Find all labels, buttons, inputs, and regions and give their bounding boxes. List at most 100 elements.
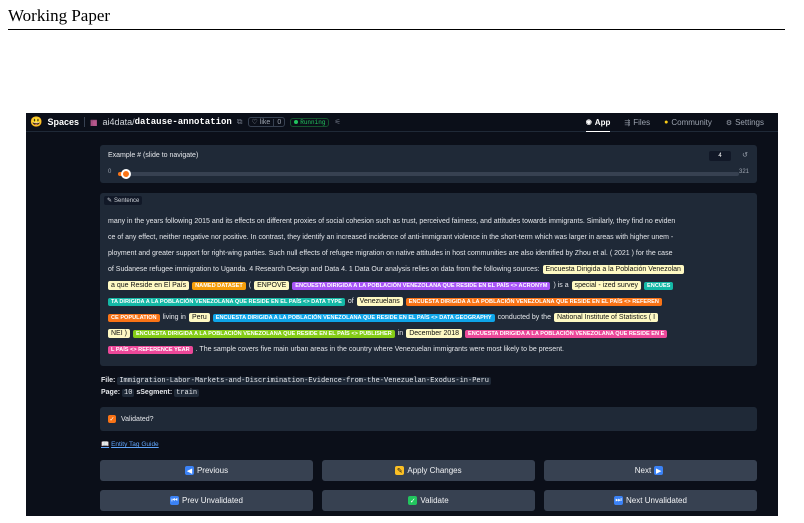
repo-owner-link[interactable]: ai4data/: [103, 117, 135, 127]
arrow-left-icon: ◀: [184, 466, 194, 475]
page-label: Page:: [101, 389, 121, 396]
entity-span: December 2018: [406, 329, 463, 338]
tab-community-label: Community: [671, 118, 712, 127]
file-value: Immigration-Labor-Markets-and-Discrimina…: [117, 377, 492, 385]
top-nav-bar: 😃 Spaces ▦ ai4data/ datause-annotation ⧉…: [26, 113, 778, 132]
tab-files-label: Files: [633, 118, 651, 127]
spaces-link[interactable]: Spaces: [47, 117, 79, 127]
page-value: 10: [122, 389, 135, 397]
gear-icon: ⚙: [725, 119, 733, 127]
slider-max: 321: [738, 169, 749, 175]
fast-forward-icon: ⏭: [614, 496, 624, 505]
tab-settings[interactable]: ⚙ Settings: [726, 113, 764, 132]
sentence-panel: ✎ Sentence many in the years following 20…: [100, 193, 757, 366]
hugging-face-logo-icon[interactable]: 😃: [30, 117, 42, 128]
next-label: Next: [634, 466, 652, 475]
example-label: Example # (slide to navigate): [108, 152, 199, 159]
heart-icon: ♡: [251, 119, 258, 126]
tab-app-label: App: [594, 117, 611, 127]
entity-span: a que Reside en El País: [108, 281, 190, 290]
tab-app[interactable]: ◉ App: [585, 113, 611, 132]
sentence-text: living in: [162, 314, 186, 321]
entity-label-badge: NAMED DATASET: [192, 282, 246, 290]
entity-label-badge: L PAÍS <> REFERENCE YEAR: [108, 346, 193, 354]
apply-changes-button[interactable]: ✎ Apply Changes: [322, 460, 535, 481]
sentence-line: L PAÍS <> REFERENCE YEAR. The sample cov…: [108, 342, 753, 358]
validate-label: Validate: [420, 496, 449, 505]
next-unvalidated-button[interactable]: ⏭ Next Unvalidated: [544, 490, 757, 511]
divider: [83, 117, 85, 127]
example-slider[interactable]: [118, 169, 739, 179]
entity-span: special - ized survey: [571, 281, 642, 290]
entity-label-badge: CE POPULATION: [108, 314, 160, 322]
entity-span: Peru: [188, 313, 210, 322]
sentence-tag-label: Sentence: [114, 198, 140, 204]
sentence-line: ce of any effect, neither negative nor p…: [108, 230, 753, 246]
sentence-text: . The sample covers five main urban area…: [195, 346, 564, 353]
sentence-text: of Sudanese refugee immigration to Ugand…: [108, 266, 540, 273]
sentence-line: of Sudanese refugee immigration to Ugand…: [108, 262, 753, 278]
status-badge: Running: [290, 117, 330, 127]
paper-header-title: Working Paper: [8, 6, 111, 25]
community-icon: ●: [664, 119, 669, 126]
like-count: 0: [273, 118, 281, 126]
next-button[interactable]: Next ▶: [544, 460, 757, 481]
next-unvalidated-label: Next Unvalidated: [626, 496, 687, 505]
entity-span: Venezuelans: [356, 297, 403, 306]
validated-checkbox[interactable]: ✓: [108, 415, 116, 423]
status-dot-icon: [294, 119, 299, 124]
tab-settings-label: Settings: [735, 118, 764, 127]
sentence-text: ployment and greater support for right-w…: [108, 250, 673, 257]
example-number-input[interactable]: 4: [709, 151, 731, 161]
entity-label-badge: ENCUESTA DIRIGIDA A LA POBLACIÓN VENEZOL…: [212, 314, 495, 322]
entity-span: NEI ): [108, 329, 130, 338]
like-button[interactable]: ♡ like 0: [247, 117, 286, 127]
sentence-line: a que Reside en El País NAMED DATASET(ENP…: [108, 278, 753, 294]
entity-label-badge: TA DIRIGIDA A LA POBLACIÓN VENEZOLANA QU…: [108, 298, 345, 306]
like-label: like: [259, 118, 271, 126]
reset-icon[interactable]: ↺: [742, 151, 748, 159]
app-icon: ◉: [585, 119, 592, 126]
repo-name-link[interactable]: datause-annotation: [135, 117, 232, 127]
sentence-text: ) is a: [553, 282, 569, 289]
sentence-text: conducted by the: [497, 314, 551, 321]
arrow-right-icon: ▶: [654, 466, 664, 475]
entity-label-badge: ENCUESTA DIRIGIDA A LA POBLACIÓN VENEZOL…: [465, 330, 668, 338]
highlighted-sentence: many in the years following 2015 and its…: [108, 214, 753, 358]
validated-panel: ✓ Validated?: [100, 407, 757, 431]
sentence-line: TA DIRIGIDA A LA POBLACIÓN VENEZOLANA QU…: [108, 294, 753, 310]
files-icon: ⇶: [624, 119, 631, 127]
sentence-line: NEI ) ENCUESTA DIRIGIDA A LA POBLACIÓN VE…: [108, 326, 753, 342]
slider-min: 0: [108, 169, 112, 175]
file-info: File: Immigration-Labor-Markets-and-Disc…: [101, 375, 492, 399]
guide-link-text: Entity Tag Guide: [111, 441, 159, 448]
validate-button[interactable]: ✓ Validate: [322, 490, 535, 511]
sentence-line: many in the years following 2015 and its…: [108, 214, 753, 230]
segment-label: sSegment:: [136, 389, 173, 396]
prev-unvalidated-label: Prev Unvalidated: [182, 496, 243, 505]
entity-span: National Institute of Statistics ( I: [553, 313, 659, 322]
sentence-text: of: [347, 298, 354, 305]
text-icon: ✎: [107, 198, 113, 204]
entity-label-badge: ENCUESTA DIRIGIDA A LA POBLACIÓN VENEZOL…: [405, 298, 662, 306]
file-label: File:: [101, 377, 116, 384]
sentence-text: ce of any effect, neither negative nor p…: [108, 234, 674, 241]
tab-community[interactable]: ● Community: [664, 113, 712, 132]
previous-label: Previous: [196, 466, 229, 475]
status-text: Running: [300, 118, 326, 126]
entity-label-badge: ENCUESTA DIRIGIDA A LA POBLACIÓN VENEZOL…: [292, 282, 551, 290]
entity-tag-guide-link[interactable]: 📖 Entity Tag Guide: [101, 440, 159, 448]
entity-label-badge: ENCUES: [644, 282, 674, 290]
segment-value: train: [174, 389, 200, 397]
prev-unvalidated-button[interactable]: ⏮ Prev Unvalidated: [100, 490, 313, 511]
previous-button[interactable]: ◀ Previous: [100, 460, 313, 481]
sentence-tag: ✎ Sentence: [104, 196, 143, 205]
copy-icon[interactable]: ⧉: [237, 117, 243, 127]
sentence-text: many in the years following 2015 and its…: [108, 218, 676, 225]
tab-files[interactable]: ⇶ Files: [624, 113, 650, 132]
paper-running-header: Working Paper: [8, 4, 785, 30]
org-avatar-icon: ▦: [89, 117, 98, 127]
hardware-icon[interactable]: ⚟: [334, 118, 340, 126]
slider-thumb[interactable]: [120, 169, 131, 179]
app-screenshot: 😃 Spaces ▦ ai4data/ datause-annotation ⧉…: [26, 113, 778, 516]
